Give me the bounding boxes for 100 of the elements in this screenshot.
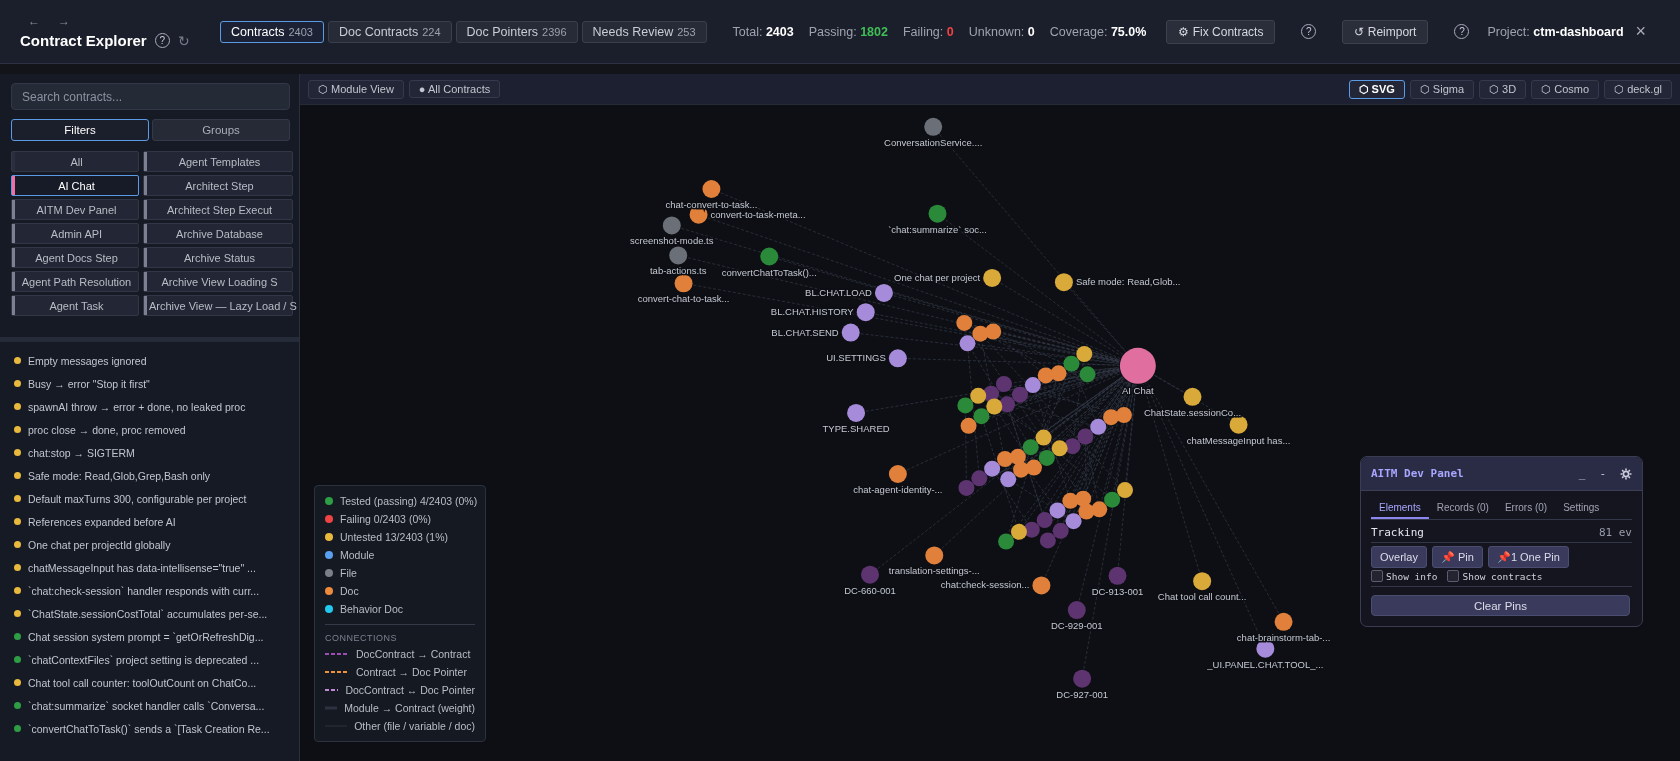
graph-node[interactable]: [1032, 576, 1051, 595]
refresh-icon[interactable]: ↻: [177, 32, 190, 49]
contract-item[interactable]: Chat session system prompt = `getOrRefreshDig...: [28, 630, 264, 643]
renderer-tab[interactable]: ⬡ Sigma: [1409, 79, 1475, 99]
renderer-tab[interactable]: ⬡ Cosmo: [1531, 79, 1600, 99]
view-button[interactable]: ● All Contracts: [408, 80, 501, 98]
reimport-button[interactable]: ↺ Reimport: [1342, 19, 1429, 44]
legend-label: Untested 13/2403 (1%): [340, 531, 448, 543]
graph-node[interactable]: [1193, 572, 1212, 591]
graph-node[interactable]: [928, 204, 947, 223]
clear-pins-button[interactable]: Clear Pins: [1371, 595, 1630, 616]
graph-node[interactable]: [924, 117, 943, 136]
graph-node[interactable]: [983, 268, 1002, 287]
node-label: UI.SETTINGS: [826, 352, 886, 364]
node-label: translation-settings-...: [888, 565, 980, 577]
graph-node[interactable]: [1229, 415, 1248, 434]
panel-button[interactable]: 📌 Pin: [1431, 546, 1483, 568]
graph-node[interactable]: [674, 274, 693, 293]
legend-label: Module: [340, 549, 375, 561]
view-tab[interactable]: Doc Contracts 224: [328, 20, 452, 43]
view-tab[interactable]: Doc Pointers 2396: [455, 20, 578, 43]
contract-item[interactable]: Chat tool call counter: toolOutCount on ChatCo...: [28, 676, 257, 689]
contract-item[interactable]: chatMessageInput has data-intellisense="true" ...: [28, 561, 256, 574]
node-label: _UI.PANEL.CHAT.TOOL_...: [1207, 658, 1324, 670]
view-tab[interactable]: Contracts 2403: [220, 20, 324, 43]
contract-item[interactable]: `convertChatToTask()` sends a `[Task Creation Re...: [28, 722, 270, 735]
panel-tab[interactable]: Elements: [1371, 498, 1429, 519]
filter-chip[interactable]: Archive Database: [143, 223, 293, 244]
contract-item[interactable]: Default maxTurns 300, configurable per project: [28, 492, 247, 505]
filter-chip[interactable]: All: [11, 151, 139, 172]
nav-arrow[interactable]: ←: [28, 14, 40, 28]
graph-node[interactable]: [874, 283, 893, 302]
graph-node[interactable]: [669, 246, 688, 265]
contract-item[interactable]: `ChatState.sessionCostTotal` accumulates per-se...: [28, 607, 268, 620]
contract-item[interactable]: proc close → done, proc removed: [28, 423, 186, 436]
graph-node[interactable]: [1119, 347, 1156, 384]
tracking-label: Tracking: [1371, 526, 1424, 539]
graph-node[interactable]: [1073, 669, 1092, 688]
graph-node[interactable]: [841, 323, 860, 342]
mode-tab[interactable]: Groups: [152, 119, 290, 141]
graph-node[interactable]: [1274, 612, 1293, 631]
node-label: DC-927-001: [1056, 688, 1108, 700]
contract-item[interactable]: Safe mode: Read,Glob,Grep,Bash only: [28, 469, 211, 482]
filter-chip[interactable]: Agent Templates: [143, 151, 293, 172]
contract-item[interactable]: `chat:summarize` socket handler calls `Conversa...: [28, 699, 265, 712]
panel-button[interactable]: Overlay: [1371, 546, 1427, 568]
node-label: chat-convert-to-task...: [665, 199, 758, 210]
mode-tab[interactable]: Filters: [11, 119, 149, 141]
graph-node[interactable]: [888, 465, 907, 483]
graph-node[interactable]: [662, 216, 681, 235]
panel-tab[interactable]: Settings: [1555, 498, 1608, 519]
legend-label: Failing 0/2403 (0%): [340, 513, 432, 525]
graph-node[interactable]: [1067, 601, 1086, 620]
renderer-tab[interactable]: ⬡ deck.gl: [1604, 79, 1672, 99]
checkbox[interactable]: [1447, 570, 1460, 582]
graph-node[interactable]: [702, 180, 721, 198]
graph-node[interactable]: [888, 349, 907, 368]
collapse-button[interactable]: -: [1599, 467, 1606, 480]
filter-chip[interactable]: AITM Dev Panel: [11, 199, 139, 220]
graph-node[interactable]: [1183, 387, 1202, 406]
graph-node[interactable]: [925, 546, 944, 565]
renderer-tab[interactable]: ⬡ SVG: [1348, 79, 1405, 99]
graph-node[interactable]: [847, 403, 866, 422]
graph-node[interactable]: [861, 565, 879, 584]
filter-chip[interactable]: Agent Task: [11, 295, 139, 316]
contract-item[interactable]: `chat:check-session` handler responds with curr...: [28, 584, 260, 597]
view-button[interactable]: ⬡ Module View: [308, 79, 404, 99]
filter-chip[interactable]: AI Chat: [11, 175, 139, 196]
contract-item[interactable]: Busy → error "Stop it first": [28, 377, 150, 390]
checkbox-label: Show contracts: [1462, 570, 1543, 582]
contract-item[interactable]: `chatContextFiles` project setting is deprecated ...: [28, 653, 260, 666]
filter-chip[interactable]: Agent Path Resolution: [11, 271, 139, 292]
contract-item[interactable]: One chat per projectId globally: [28, 538, 171, 551]
filter-chip[interactable]: Admin API: [11, 223, 139, 244]
graph-node[interactable]: [760, 247, 779, 266]
nav-arrow[interactable]: →: [58, 14, 70, 28]
filter-chip[interactable]: Archive Status: [143, 247, 293, 268]
minimize-button[interactable]: _: [1578, 467, 1586, 480]
filter-chip[interactable]: Architect Step Execut: [143, 199, 293, 220]
graph-node[interactable]: [1108, 566, 1127, 585]
contract-item[interactable]: References expanded before AI: [28, 515, 176, 528]
contract-item[interactable]: Empty messages ignored: [28, 354, 147, 367]
view-tab[interactable]: Needs Review 253: [581, 20, 707, 43]
filter-chip[interactable]: Agent Docs Step: [11, 247, 139, 268]
close-icon[interactable]: ×: [1635, 21, 1646, 42]
panel-tab[interactable]: Records (0): [1428, 498, 1497, 519]
fix-contracts-button[interactable]: ⚙ Fix Contracts: [1166, 19, 1276, 44]
graph-node[interactable]: [856, 303, 875, 322]
filter-chip[interactable]: Architect Step: [143, 175, 293, 196]
settings-icon[interactable]: [1620, 467, 1632, 480]
contract-item[interactable]: spawnAI throw → error + done, no leaked proc: [28, 400, 246, 413]
graph-node[interactable]: [1054, 273, 1073, 292]
panel-tab[interactable]: Errors (0): [1496, 498, 1556, 519]
checkbox[interactable]: [1371, 570, 1383, 582]
contract-item[interactable]: chat:stop → SIGTERM: [28, 446, 135, 459]
panel-button[interactable]: 📌1 One Pin: [1487, 546, 1569, 568]
renderer-tab[interactable]: ⬡ 3D: [1479, 79, 1527, 99]
filter-chip[interactable]: Archive View Loading S: [143, 271, 293, 292]
search-field[interactable]: Search contracts...: [11, 83, 290, 110]
stat-label: Passing: 1802: [808, 24, 888, 39]
